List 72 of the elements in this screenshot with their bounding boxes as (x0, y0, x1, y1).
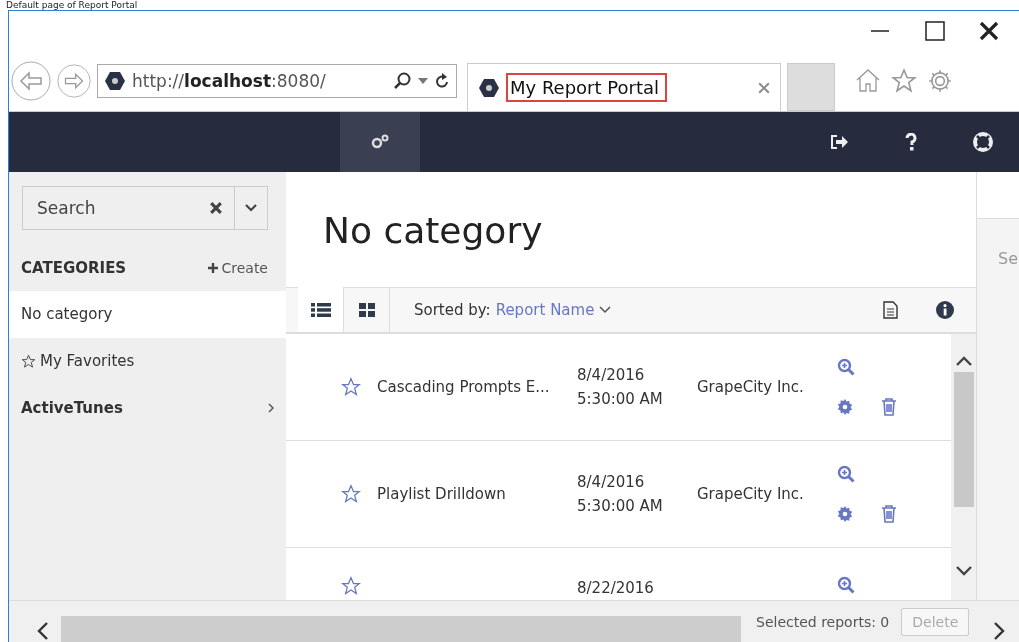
search-field[interactable]: Search (22, 185, 268, 230)
horizontal-scrollbar[interactable] (61, 616, 741, 642)
info-icon[interactable] (936, 300, 954, 319)
document-icon[interactable] (883, 300, 898, 319)
browser-tab[interactable]: My Report Portal (467, 63, 781, 111)
delete-icon[interactable] (881, 397, 897, 416)
sign-out-icon[interactable] (830, 133, 848, 150)
categories-heading: CATEGORIES (21, 258, 127, 277)
list-view-button[interactable] (298, 287, 344, 333)
lifebuoy-icon[interactable] (972, 130, 994, 153)
star-icon (21, 353, 36, 369)
refresh-icon[interactable] (434, 72, 450, 90)
grid-icon (358, 302, 375, 317)
site-logo-icon (478, 77, 500, 98)
url-text: http://localhost:8080/ (132, 71, 326, 91)
back-icon[interactable] (11, 61, 51, 101)
dropdown-caret-icon[interactable] (418, 78, 428, 84)
home-icon[interactable] (855, 68, 881, 92)
settings-icon[interactable] (837, 505, 853, 522)
selected-count: Selected reports: 0 (756, 613, 890, 630)
admin-button[interactable] (340, 112, 420, 172)
settings-icon[interactable] (837, 398, 853, 415)
report-author: GrapeCity Inc. (697, 484, 805, 503)
chevron-right-icon (268, 403, 274, 414)
details-panel-text: Se (977, 217, 1019, 601)
category-item[interactable]: ActiveTunes (9, 384, 286, 432)
sort-dropdown[interactable]: Report Name (495, 300, 595, 319)
delete-icon[interactable] (881, 504, 897, 523)
settings-icon[interactable] (927, 68, 953, 94)
report-author: GrapeCity Inc. (697, 377, 805, 396)
figure-caption: Default page of Report Portal (5, 0, 139, 10)
forward-icon[interactable] (57, 64, 91, 98)
sort-label: Sorted by: (414, 300, 491, 319)
page-title: No category (322, 208, 544, 253)
report-row[interactable]: Playlist Drilldown 8/4/2016 5:30:00 AM GrapeCity Inc. (286, 440, 951, 548)
gears-icon (371, 133, 389, 150)
clear-icon[interactable] (210, 201, 222, 214)
search-icon[interactable] (394, 72, 412, 90)
preview-icon[interactable] (837, 464, 855, 483)
preview-icon[interactable] (837, 357, 855, 376)
maximize-icon[interactable] (925, 21, 945, 41)
plus-icon (208, 262, 219, 273)
report-date: 8/4/2016 5:30:00 AM (577, 471, 664, 517)
report-name: Cascading Prompts E... (377, 377, 551, 396)
scrollbar-thumb[interactable] (953, 371, 974, 507)
report-date: 8/4/2016 5:30:00 AM (577, 364, 664, 410)
category-item[interactable]: My Favorites (9, 337, 286, 385)
list-icon (310, 302, 331, 317)
favorite-star-icon[interactable] (341, 483, 361, 504)
chevron-down-icon[interactable] (245, 203, 257, 212)
site-logo-icon (104, 71, 126, 91)
category-item[interactable]: No category (9, 290, 286, 338)
chevron-down-icon[interactable] (599, 305, 612, 314)
search-placeholder: Search (37, 197, 97, 218)
close-icon[interactable] (979, 21, 999, 41)
scroll-down-icon[interactable] (955, 566, 972, 577)
create-link[interactable]: Create (208, 259, 268, 276)
scroll-right-icon[interactable] (993, 622, 1006, 640)
scroll-left-icon[interactable] (37, 622, 49, 640)
favorite-star-icon[interactable] (341, 376, 361, 397)
scroll-up-icon[interactable] (955, 355, 972, 366)
tab-title: My Report Portal (506, 73, 667, 102)
report-row[interactable]: Cascading Prompts E... 8/4/2016 5:30:00 AM GrapeCity Inc. (286, 333, 951, 441)
help-icon[interactable] (905, 132, 917, 151)
tab-close-icon[interactable] (758, 81, 770, 94)
preview-icon[interactable] (837, 575, 855, 594)
report-date: 8/22/2016 (577, 577, 655, 599)
report-name: Playlist Drilldown (377, 484, 507, 503)
favorite-star-icon[interactable] (341, 575, 361, 596)
favorites-icon[interactable] (891, 68, 917, 94)
vertical-scrollbar[interactable] (951, 333, 976, 601)
address-bar[interactable]: http://localhost:8080/ (97, 64, 457, 98)
